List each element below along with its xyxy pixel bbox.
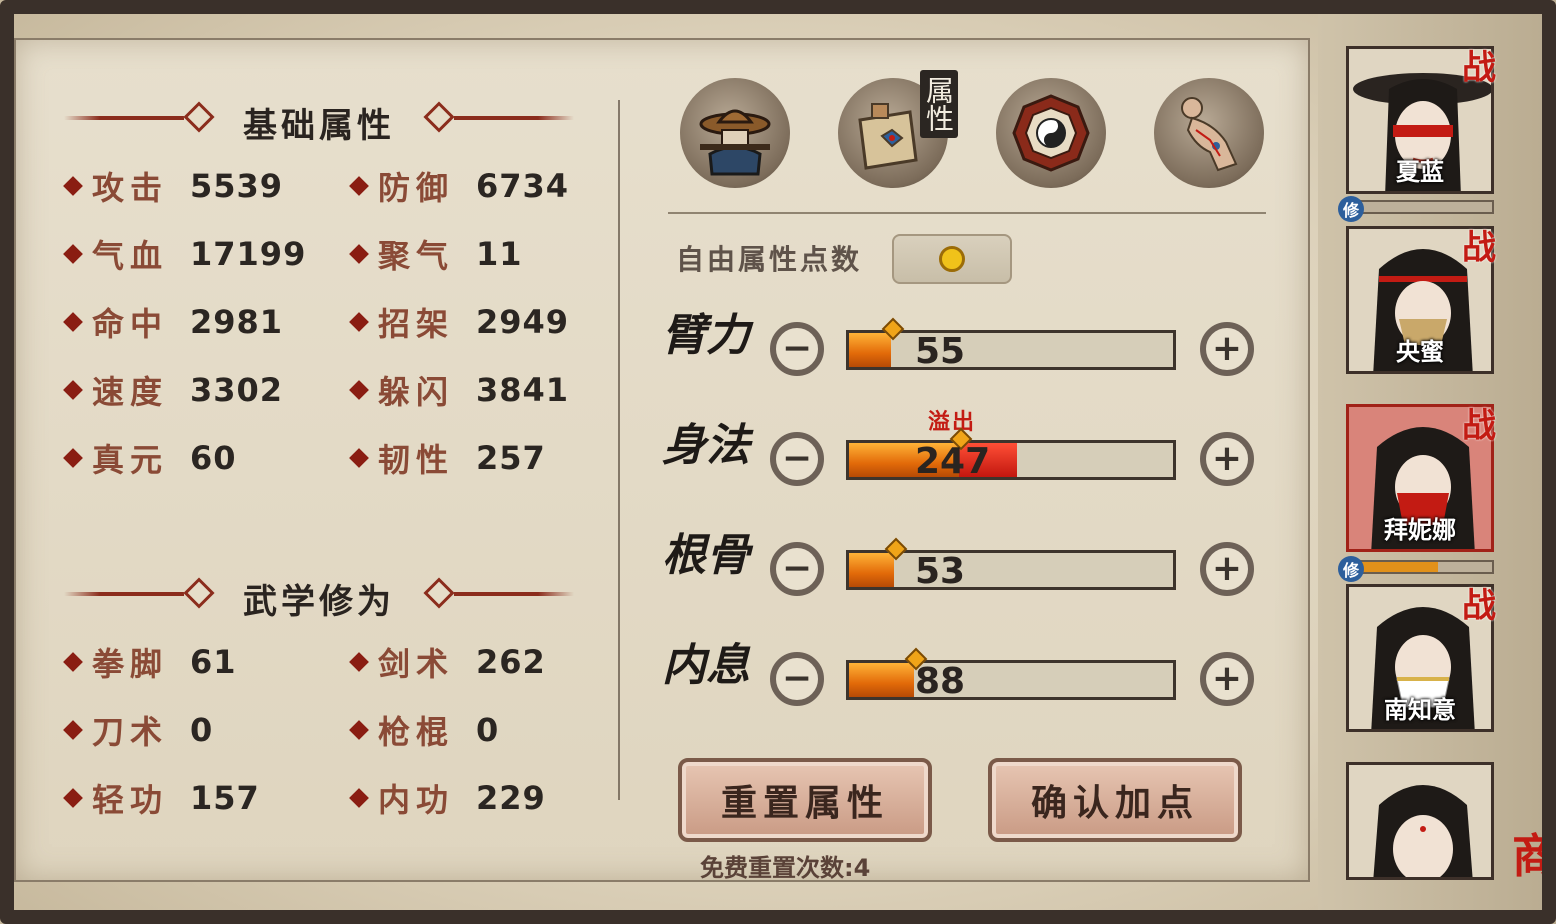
hero-name: 拜妮娜 xyxy=(1384,516,1456,544)
reset-attributes-button[interactable]: 重置属性 xyxy=(678,758,932,842)
strength-bar: 55 xyxy=(846,317,1176,372)
attr-name-breath: 内息 xyxy=(662,640,750,691)
tab-meridians[interactable] xyxy=(1154,78,1264,188)
stat-defense: 防御 6734 xyxy=(349,166,569,207)
strength-plus-button[interactable]: + xyxy=(1200,322,1254,376)
agility-plus-button[interactable]: + xyxy=(1200,432,1254,486)
free-points-label: 自由属性点数 xyxy=(676,243,863,276)
constitution-value: 53 xyxy=(915,551,966,592)
tab-warrior[interactable] xyxy=(680,78,790,188)
attr-name-constitution: 根骨 xyxy=(662,530,750,581)
basic-attributes-header: 基础属性 xyxy=(64,98,574,146)
header-line-left xyxy=(64,116,184,120)
active-tab-label: 属性 xyxy=(920,70,958,138)
breath-plus-button[interactable]: + xyxy=(1200,652,1254,706)
panel-divider xyxy=(618,100,620,800)
stat-attack: 攻击 5539 xyxy=(63,166,283,207)
bar-fill xyxy=(849,553,895,587)
free-reset-count: 免费重置次数:4 xyxy=(700,854,871,882)
header-ornament-right xyxy=(423,101,455,133)
cultivation-bar xyxy=(1354,560,1494,574)
cultivation-bar xyxy=(1354,200,1494,214)
stat-toughness: 韧性 257 xyxy=(349,438,546,479)
stat-fist: 拳脚 61 xyxy=(63,642,237,683)
in-battle-badge: 战 xyxy=(1462,228,1496,268)
in-battle-badge: 战 xyxy=(1462,586,1496,626)
stat-hp: 气血 17199 xyxy=(63,234,306,275)
tabs-underline xyxy=(668,212,1266,214)
strength-minus-button[interactable]: − xyxy=(770,322,824,376)
hero-portrait xyxy=(1349,765,1491,877)
hero-card-5[interactable] xyxy=(1346,762,1494,880)
in-battle-badge: 战 xyxy=(1462,48,1496,88)
bagua-icon xyxy=(1012,94,1090,172)
edge-badge: 商 xyxy=(1512,829,1556,883)
agility-bar: 247 xyxy=(846,427,1176,482)
constitution-plus-button[interactable]: + xyxy=(1200,542,1254,596)
coin-icon: 0 xyxy=(939,246,965,272)
cultivation-badge: 修 xyxy=(1338,196,1364,222)
confirm-points-button[interactable]: 确认加点 xyxy=(988,758,1242,842)
stat-inner-power: 内功 229 xyxy=(349,778,546,819)
game-frame: 基础属性 攻击 5539 防御 6734 气血 17199 聚气 11 命中 2981 招… xyxy=(0,0,1556,924)
bar-fill xyxy=(849,663,914,697)
cultivation-badge: 修 xyxy=(1338,556,1364,582)
tab-bagua[interactable] xyxy=(996,78,1106,188)
stat-spear: 枪棍 0 xyxy=(349,710,499,751)
stat-lightness: 轻功 157 xyxy=(63,778,260,819)
martial-title: 武学修为 xyxy=(243,582,395,622)
header-ornament-right xyxy=(423,577,455,609)
agility-minus-button[interactable]: − xyxy=(770,432,824,486)
hero-name: 南知意 xyxy=(1384,696,1456,724)
breath-value: 88 xyxy=(915,661,966,702)
strength-value: 55 xyxy=(915,331,966,372)
bar-fill xyxy=(849,333,892,367)
header-line-left xyxy=(64,592,184,596)
stat-sword: 剑术 262 xyxy=(349,642,546,683)
stat-speed: 速度 3302 xyxy=(63,370,283,411)
attr-name-strength: 臂力 xyxy=(662,310,750,361)
stat-parry: 招架 2949 xyxy=(349,302,569,343)
header-ornament-left xyxy=(183,101,215,133)
stat-blade: 刀术 0 xyxy=(63,710,213,751)
agility-value: 247 xyxy=(915,441,991,482)
in-battle-badge: 战 xyxy=(1462,406,1496,446)
header-line-right xyxy=(454,592,574,596)
constitution-bar: 53 xyxy=(846,537,1176,592)
attr-name-agility: 身法 xyxy=(662,420,750,471)
breath-bar: 88 xyxy=(846,647,1176,702)
overflow-label: 溢出 xyxy=(928,410,977,435)
hero-name: 夏蓝 xyxy=(1396,158,1444,186)
hero-name: 央蜜 xyxy=(1396,338,1444,366)
basic-attributes-title: 基础属性 xyxy=(243,106,395,146)
meridian-body-icon xyxy=(1181,97,1238,172)
martial-header: 武学修为 xyxy=(64,574,574,622)
free-points-value-box: 0 xyxy=(892,234,1012,284)
warrior-icon xyxy=(699,109,771,176)
breath-minus-button[interactable]: − xyxy=(770,652,824,706)
header-ornament-left xyxy=(183,577,215,609)
stat-true-essence: 真元 60 xyxy=(63,438,237,479)
header-line-right xyxy=(454,116,574,120)
constitution-minus-button[interactable]: − xyxy=(770,542,824,596)
stat-hit: 命中 2981 xyxy=(63,302,283,343)
stat-dodge: 躲闪 3841 xyxy=(349,370,569,411)
stat-focus: 聚气 11 xyxy=(349,234,523,275)
